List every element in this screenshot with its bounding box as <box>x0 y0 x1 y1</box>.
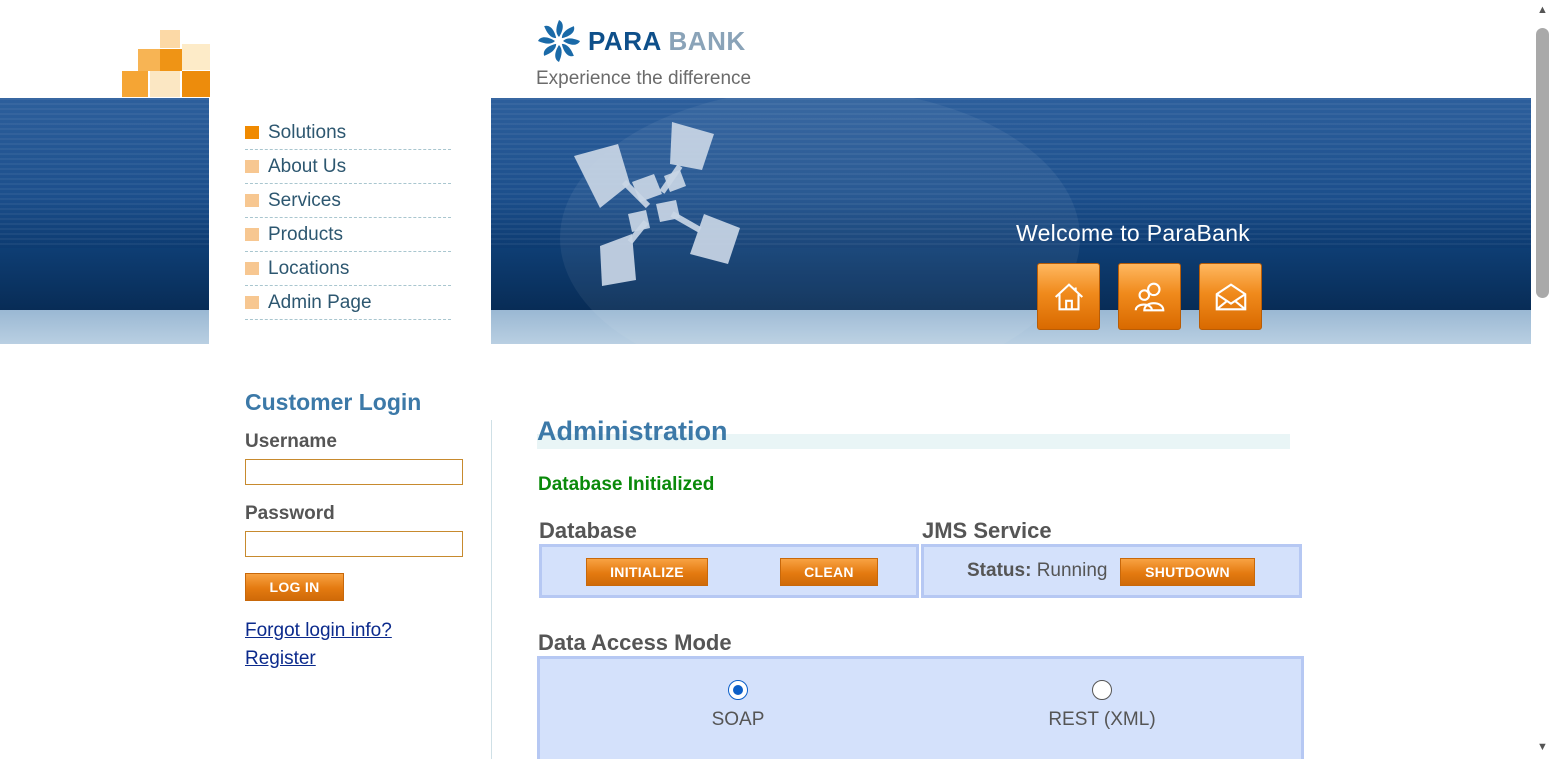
menu-item-about-us[interactable]: About Us <box>245 150 451 184</box>
jms-status-label: Status: <box>967 560 1032 581</box>
password-label: Password <box>245 503 335 524</box>
scroll-down-arrow-icon[interactable]: ▼ <box>1537 741 1548 753</box>
rest-xml-option[interactable]: REST (XML) <box>1032 680 1172 731</box>
password-input[interactable] <box>245 531 463 557</box>
welcome-text: Welcome to ParaBank <box>1016 220 1251 246</box>
shutdown-button[interactable]: SHUTDOWN <box>1120 558 1255 586</box>
brand-name-part2: BANK <box>668 25 746 56</box>
home-icon <box>1054 282 1083 310</box>
puzzle-graphic-icon <box>574 122 740 286</box>
jms-status: Status: Running <box>967 560 1107 582</box>
menu-link[interactable]: Locations <box>268 258 349 280</box>
brand-name-part1: PARA <box>588 25 661 56</box>
database-section-title: Database <box>539 518 637 543</box>
menu-item-solutions[interactable]: Solutions <box>245 116 451 150</box>
rest-xml-label: REST (XML) <box>1048 709 1156 730</box>
bullet-icon <box>245 262 259 275</box>
jms-section-title: JMS Service <box>922 518 1052 543</box>
initialize-button[interactable]: INITIALIZE <box>586 558 708 586</box>
username-input[interactable] <box>245 459 463 485</box>
jms-status-value: Running <box>1036 560 1108 581</box>
status-message: Database Initialized <box>538 474 715 495</box>
username-label: Username <box>245 431 337 452</box>
login-button[interactable]: LOG IN <box>245 573 344 601</box>
brand-name: PARA BANK <box>588 26 746 57</box>
pinwheel-logo-icon <box>538 20 580 62</box>
bullet-icon <box>245 228 259 241</box>
column-divider <box>491 420 492 759</box>
menu-link[interactable]: Admin Page <box>268 292 372 314</box>
register-link[interactable]: Register <box>245 648 316 670</box>
soap-radio[interactable] <box>728 680 748 700</box>
tagline: Experience the difference <box>536 68 752 89</box>
bullet-icon <box>245 194 259 207</box>
menu-link[interactable]: Products <box>268 224 343 246</box>
home-button[interactable] <box>1037 263 1100 330</box>
menu-link[interactable]: About Us <box>268 156 346 178</box>
page: PARA BANK Experience the difference Welc… <box>0 0 1554 759</box>
envelope-icon <box>1215 282 1246 310</box>
scroll-thumb[interactable] <box>1536 28 1549 298</box>
clean-button[interactable]: CLEAN <box>780 558 878 586</box>
soap-label: SOAP <box>711 709 765 730</box>
customer-login-title: Customer Login <box>245 389 422 415</box>
parabank-logo[interactable]: PARA BANK <box>536 18 746 64</box>
menu-item-admin-page[interactable]: Admin Page <box>245 286 451 320</box>
menu-link[interactable]: Services <box>268 190 341 212</box>
forgot-login-link[interactable]: Forgot login info? <box>245 620 392 642</box>
bullet-icon <box>245 160 259 173</box>
soap-option[interactable]: SOAP <box>698 680 778 731</box>
bullet-icon <box>245 126 259 139</box>
menu-link[interactable]: Solutions <box>268 122 346 144</box>
scroll-up-arrow-icon[interactable]: ▲ <box>1537 4 1548 16</box>
menu-item-services[interactable]: Services <box>245 184 451 218</box>
people-icon <box>1134 282 1164 311</box>
menu-item-products[interactable]: Products <box>245 218 451 252</box>
rest-xml-radio[interactable] <box>1092 680 1112 700</box>
access-mode-panel <box>537 656 1304 759</box>
contact-button[interactable] <box>1199 263 1262 330</box>
access-mode-section-title: Data Access Mode <box>538 630 732 655</box>
menu-item-locations[interactable]: Locations <box>245 252 451 286</box>
left-menu: Solutions About Us Services Products Loc… <box>245 116 451 320</box>
bullet-icon <box>245 296 259 309</box>
about-button[interactable] <box>1118 263 1181 330</box>
parabank-cubes-logo <box>110 28 210 98</box>
page-title: Administration <box>537 416 728 446</box>
